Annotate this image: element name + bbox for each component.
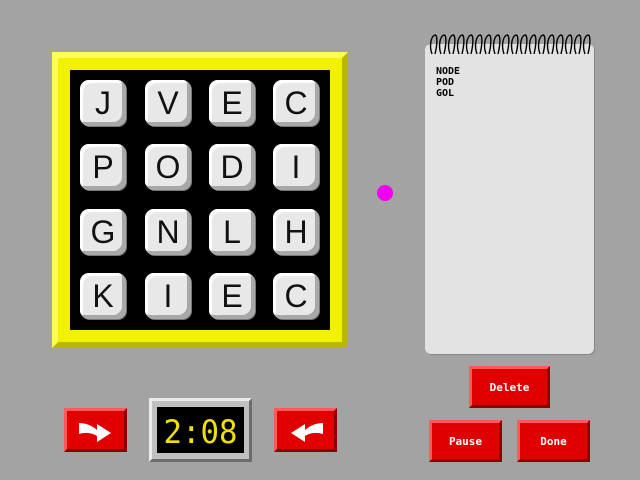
letter-die[interactable]: H: [273, 209, 319, 255]
rotate-board-counterclockwise-button[interactable]: [274, 408, 337, 452]
letter-die[interactable]: E: [209, 80, 255, 126]
letter-die[interactable]: C: [273, 80, 319, 126]
letter-die[interactable]: L: [209, 209, 255, 255]
rotate-counterclockwise-arrow-icon: [290, 423, 323, 442]
rotate-clockwise-arrow-icon: [78, 423, 111, 442]
letter-die[interactable]: O: [145, 144, 191, 190]
found-word: POD: [436, 77, 455, 88]
letter-die[interactable]: I: [273, 144, 319, 190]
letter-die[interactable]: V: [145, 80, 191, 126]
timer-text: 2:08: [164, 413, 238, 451]
pause-button[interactable]: Pause: [429, 420, 502, 462]
found-word: GOL: [436, 88, 455, 99]
selection-indicator-dot: [377, 185, 393, 201]
done-button[interactable]: Done: [517, 420, 590, 462]
letter-die[interactable]: C: [273, 273, 319, 319]
found-words-list: NODE POD GOL: [436, 66, 460, 99]
letter-die[interactable]: P: [80, 144, 126, 190]
letter-die[interactable]: J: [80, 80, 126, 126]
notepad-spiral-binding: [429, 34, 591, 55]
found-word: NODE: [436, 66, 461, 77]
letter-die[interactable]: G: [80, 209, 126, 255]
letter-die[interactable]: N: [145, 209, 191, 255]
letter-die[interactable]: I: [145, 273, 191, 319]
letter-die[interactable]: D: [209, 144, 255, 190]
letter-die[interactable]: E: [209, 273, 255, 319]
delete-button[interactable]: Delete: [469, 366, 550, 408]
timer-panel: 2:08: [149, 398, 252, 462]
rotate-board-clockwise-button[interactable]: [64, 408, 127, 452]
letter-die[interactable]: K: [80, 273, 126, 319]
letter-grid: J V E C P O D I G N L H K I E C: [70, 70, 330, 330]
timer-display: 2:08: [157, 407, 244, 453]
timer-digits: 2:08: [164, 413, 238, 451]
board-frame: J V E C P O D I G N L H K I E C: [52, 52, 348, 348]
